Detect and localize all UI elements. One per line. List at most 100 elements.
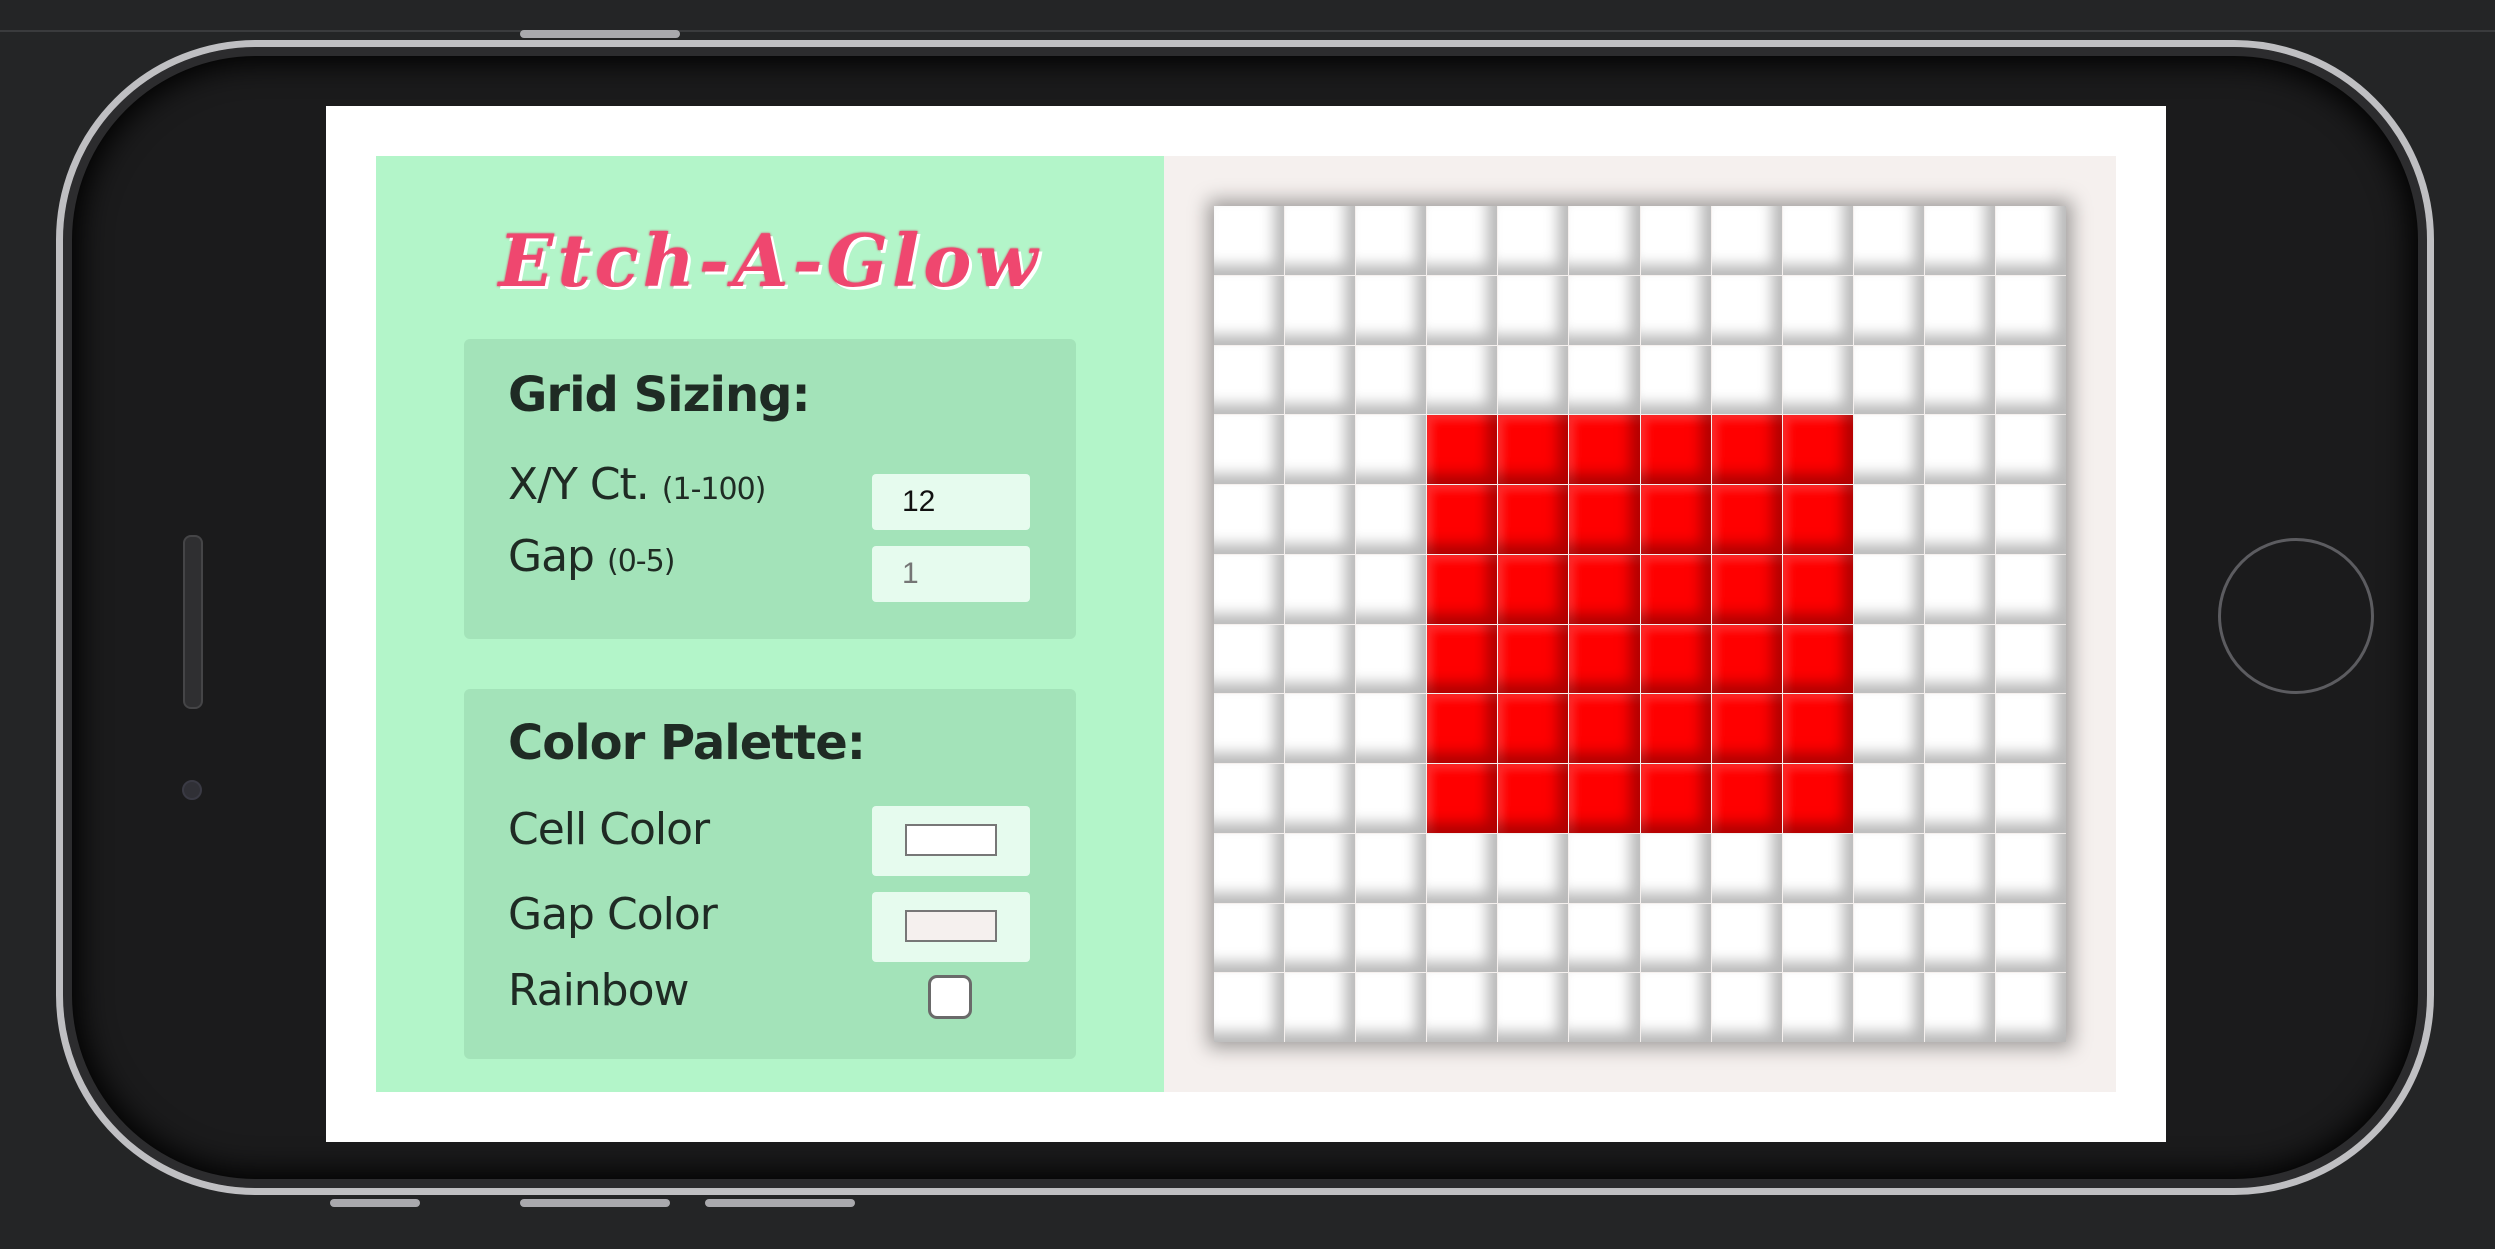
grid-cell[interactable] [1498, 554, 1569, 624]
grid-cell[interactable] [1782, 345, 1853, 415]
grid-cell[interactable] [1711, 554, 1782, 624]
grid-cell[interactable] [1356, 903, 1427, 973]
grid-cell[interactable] [1427, 833, 1498, 903]
grid-cell[interactable] [1569, 973, 1640, 1042]
grid-cell[interactable] [1924, 415, 1995, 484]
grid-cell[interactable] [1924, 345, 1995, 415]
rainbow-checkbox[interactable] [928, 975, 972, 1019]
grid-cell[interactable] [1356, 554, 1427, 624]
grid-cell[interactable] [1782, 485, 1853, 554]
grid-cell[interactable] [1924, 554, 1995, 624]
grid-cell[interactable] [1995, 275, 2066, 345]
grid-cell[interactable] [1995, 206, 2066, 275]
grid-cell[interactable] [1427, 903, 1498, 973]
grid-cell[interactable] [1640, 624, 1711, 694]
grid-cell[interactable] [1711, 973, 1782, 1042]
grid-cell[interactable] [1498, 624, 1569, 694]
grid-cell[interactable] [1853, 345, 1924, 415]
grid-cell[interactable] [1853, 694, 1924, 763]
gap-color-picker[interactable] [872, 892, 1030, 962]
grid-cell[interactable] [1853, 764, 1924, 833]
grid-gap-input[interactable] [872, 546, 1030, 602]
grid-cell[interactable] [1356, 485, 1427, 554]
grid-cell[interactable] [1782, 833, 1853, 903]
grid-cell[interactable] [1498, 903, 1569, 973]
grid-cell[interactable] [1356, 624, 1427, 694]
grid-cell[interactable] [1214, 764, 1285, 833]
grid-cell[interactable] [1711, 415, 1782, 484]
grid-cell[interactable] [1285, 833, 1356, 903]
grid-cell[interactable] [1498, 764, 1569, 833]
grid-cell[interactable] [1569, 415, 1640, 484]
grid-cell[interactable] [1214, 345, 1285, 415]
grid-cell[interactable] [1356, 764, 1427, 833]
grid-cell[interactable] [1356, 345, 1427, 415]
grid-cell[interactable] [1427, 345, 1498, 415]
grid-cell[interactable] [1995, 345, 2066, 415]
grid-cell[interactable] [1569, 764, 1640, 833]
grid-cell[interactable] [1285, 694, 1356, 763]
grid-cell[interactable] [1711, 485, 1782, 554]
grid-cell[interactable] [1711, 345, 1782, 415]
grid-cell[interactable] [1356, 415, 1427, 484]
grid-cell[interactable] [1214, 415, 1285, 484]
grid-cell[interactable] [1924, 694, 1995, 763]
grid-cell[interactable] [1498, 275, 1569, 345]
grid-cell[interactable] [1285, 485, 1356, 554]
grid-cell[interactable] [1427, 485, 1498, 554]
grid-cell[interactable] [1214, 973, 1285, 1042]
grid-cell[interactable] [1214, 206, 1285, 275]
grid-cell[interactable] [1640, 694, 1711, 763]
grid-cell[interactable] [1924, 833, 1995, 903]
grid-cell[interactable] [1640, 206, 1711, 275]
grid-cell[interactable] [1569, 903, 1640, 973]
grid-cell[interactable] [1924, 624, 1995, 694]
grid-cell[interactable] [1285, 554, 1356, 624]
grid-cell[interactable] [1995, 485, 2066, 554]
grid-cell[interactable] [1498, 206, 1569, 275]
grid-cell[interactable] [1285, 624, 1356, 694]
grid-cell[interactable] [1924, 485, 1995, 554]
grid-cell[interactable] [1214, 554, 1285, 624]
grid-cell[interactable] [1214, 624, 1285, 694]
grid-cell[interactable] [1924, 764, 1995, 833]
grid-cell[interactable] [1995, 764, 2066, 833]
grid-cell[interactable] [1995, 554, 2066, 624]
grid-cell[interactable] [1569, 485, 1640, 554]
grid-cell[interactable] [1285, 345, 1356, 415]
grid-cell[interactable] [1853, 206, 1924, 275]
grid-cell[interactable] [1853, 973, 1924, 1042]
grid-cell[interactable] [1285, 415, 1356, 484]
grid-cell[interactable] [1569, 345, 1640, 415]
grid-cell[interactable] [1427, 624, 1498, 694]
grid-cell[interactable] [1711, 206, 1782, 275]
grid-cell[interactable] [1640, 554, 1711, 624]
grid-cell[interactable] [1853, 624, 1924, 694]
grid-count-input[interactable] [872, 474, 1030, 530]
grid-cell[interactable] [1995, 833, 2066, 903]
grid-cell[interactable] [1640, 275, 1711, 345]
grid-cell[interactable] [1995, 624, 2066, 694]
grid-cell[interactable] [1498, 415, 1569, 484]
grid-cell[interactable] [1356, 275, 1427, 345]
grid-cell[interactable] [1782, 275, 1853, 345]
grid-cell[interactable] [1427, 694, 1498, 763]
grid-cell[interactable] [1285, 275, 1356, 345]
grid-cell[interactable] [1214, 833, 1285, 903]
grid-cell[interactable] [1995, 973, 2066, 1042]
grid-cell[interactable] [1782, 624, 1853, 694]
grid-cell[interactable] [1924, 206, 1995, 275]
grid-cell[interactable] [1711, 694, 1782, 763]
home-button[interactable] [2218, 538, 2374, 694]
grid-cell[interactable] [1782, 764, 1853, 833]
grid-cell[interactable] [1782, 554, 1853, 624]
grid-cell[interactable] [1782, 206, 1853, 275]
grid-cell[interactable] [1285, 973, 1356, 1042]
grid-cell[interactable] [1640, 903, 1711, 973]
grid-cell[interactable] [1498, 485, 1569, 554]
grid-cell[interactable] [1640, 485, 1711, 554]
grid-cell[interactable] [1427, 764, 1498, 833]
grid-cell[interactable] [1853, 275, 1924, 345]
grid-cell[interactable] [1924, 903, 1995, 973]
grid-cell[interactable] [1782, 973, 1853, 1042]
